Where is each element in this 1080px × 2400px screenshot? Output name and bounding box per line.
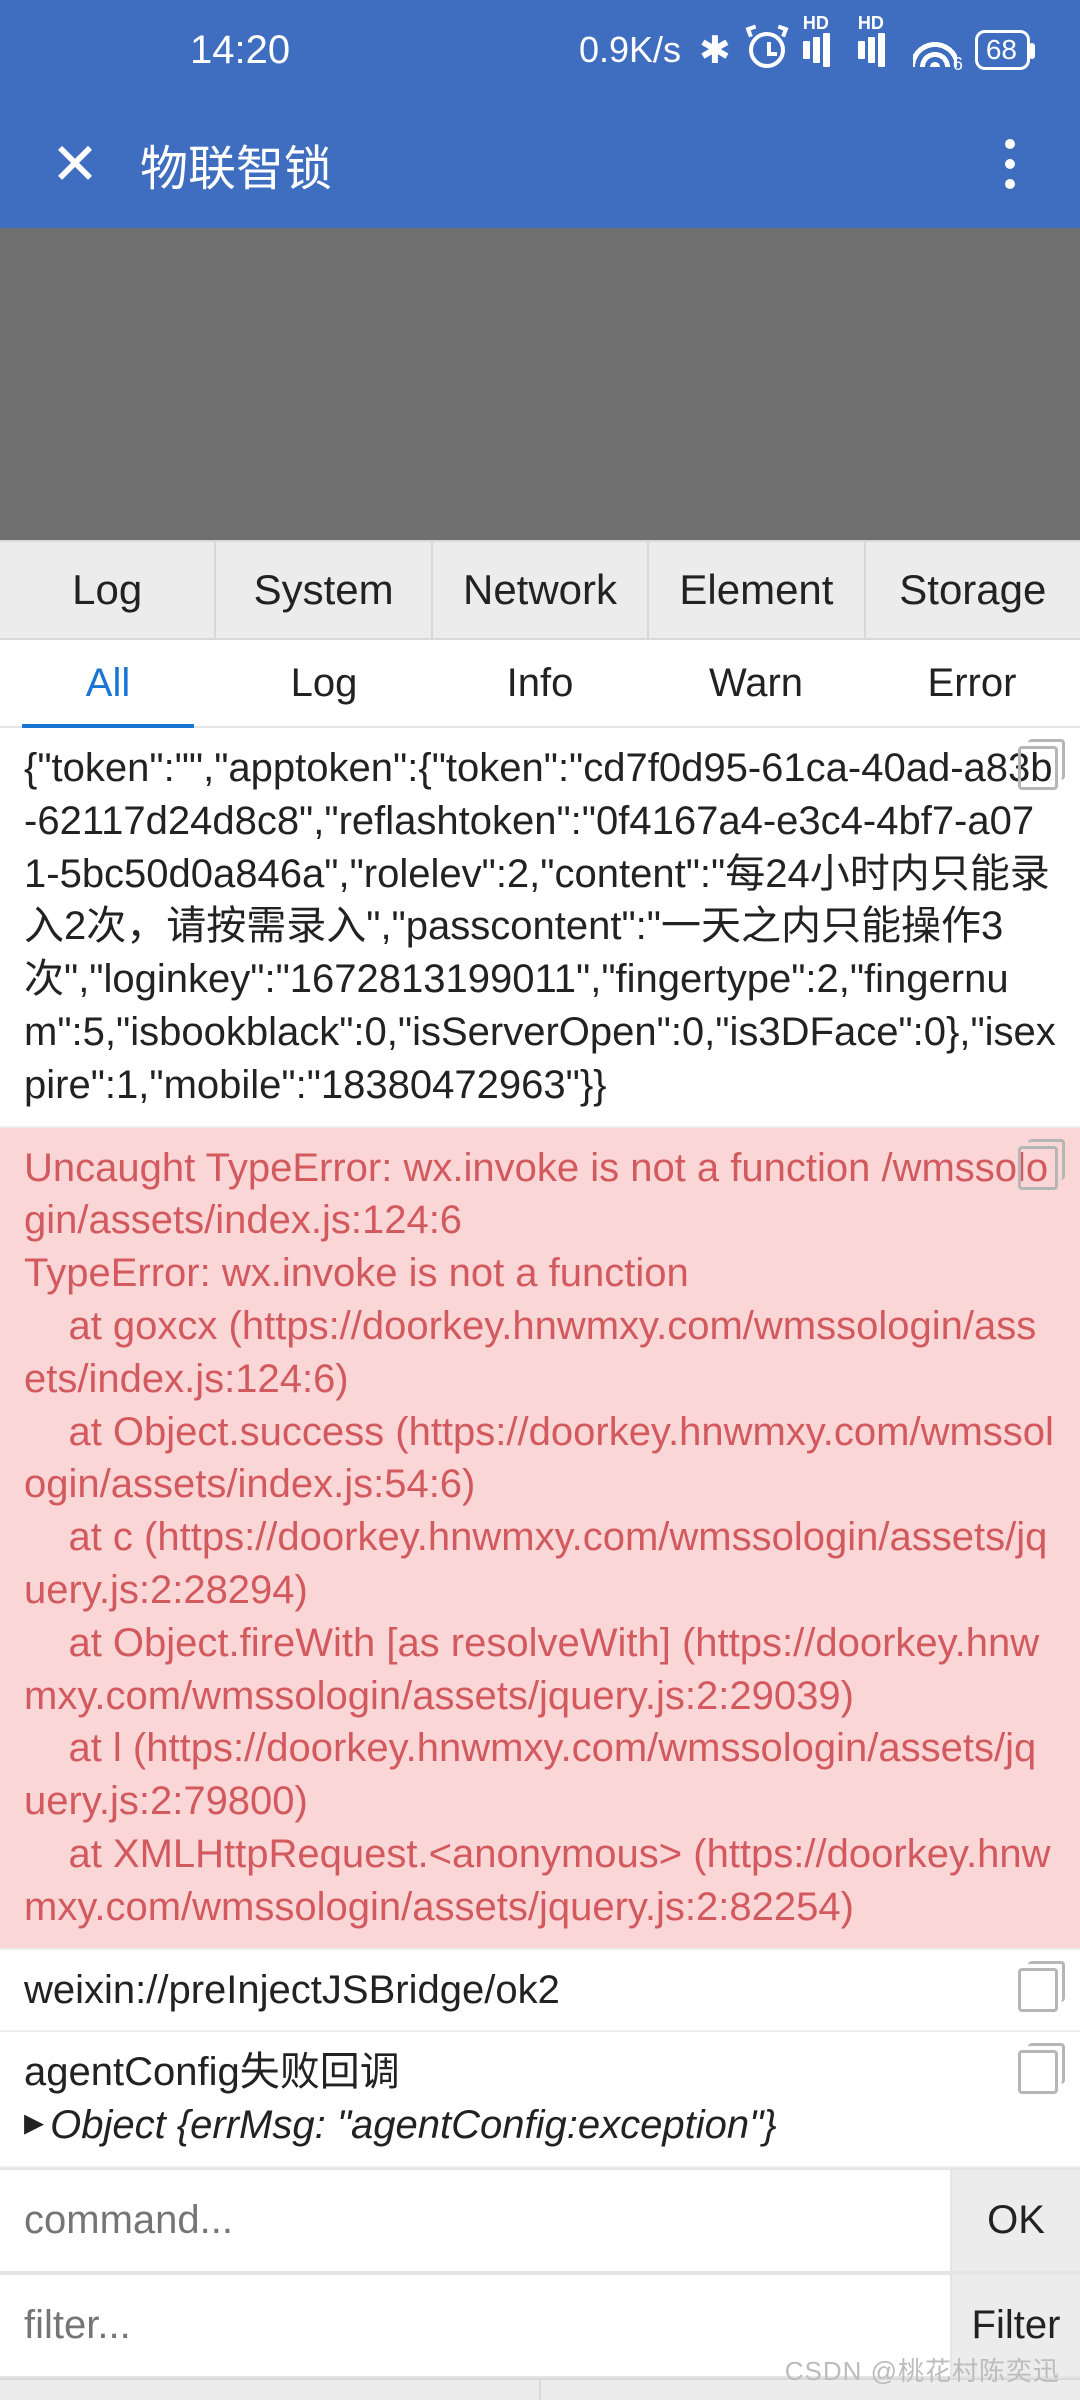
close-icon[interactable]: ✕ <box>30 130 120 198</box>
log-text: weixin://preInjectJSBridge/ok2 <box>24 1968 560 2012</box>
log-error-text: Uncaught TypeError: wx.invoke is not a f… <box>24 1146 1054 1929</box>
signal-1-icon: HD <box>803 33 840 67</box>
subtab-error[interactable]: Error <box>864 640 1080 726</box>
log-title: agentConfig失败回调 <box>24 2050 400 2094</box>
subtab-all[interactable]: All <box>0 640 216 726</box>
battery-icon: 68 <box>975 30 1030 70</box>
more-menu-icon[interactable] <box>970 139 1050 189</box>
app-bar: ✕ 物联智锁 <box>0 100 1080 228</box>
app-title: 物联智锁 <box>140 129 970 199</box>
status-right: 0.9K/s ✱ HD HD 6 68 <box>470 28 1030 73</box>
subtab-warn[interactable]: Warn <box>648 640 864 726</box>
log-entry-agentconfig[interactable]: agentConfig失败回调 ▸Object {errMsg: "agentC… <box>0 2032 1080 2168</box>
tab-network[interactable]: Network <box>433 542 649 638</box>
tab-system[interactable]: System <box>216 542 432 638</box>
command-ok-button[interactable]: OK <box>950 2170 1080 2271</box>
wifi-icon: 6 <box>913 33 957 67</box>
net-speed: 0.9K/s <box>579 29 681 71</box>
command-input[interactable] <box>0 2170 950 2271</box>
subtab-log[interactable]: Log <box>216 640 432 726</box>
expand-arrow-icon[interactable]: ▸ <box>24 2096 44 2149</box>
clear-button[interactable]: Clear <box>0 2380 541 2400</box>
log-entry-json[interactable]: {"token":"","apptoken":{"token":"cd7f0d9… <box>0 728 1080 1128</box>
alarm-icon <box>749 32 785 68</box>
copy-icon[interactable] <box>1018 1146 1058 1190</box>
tab-log[interactable]: Log <box>0 542 216 638</box>
log-level-tabs: All Log Info Warn Error <box>0 640 1080 728</box>
copy-icon[interactable] <box>1018 746 1058 790</box>
log-entry-weixin[interactable]: weixin://preInjectJSBridge/ok2 <box>0 1950 1080 2033</box>
tab-element[interactable]: Element <box>649 542 865 638</box>
signal-2-icon: HD <box>858 33 895 67</box>
webview-area <box>0 228 1080 540</box>
log-text: {"token":"","apptoken":{"token":"cd7f0d9… <box>24 746 1056 1107</box>
status-time: 14:20 <box>190 28 290 72</box>
command-row: OK <box>0 2168 1080 2273</box>
subtab-info[interactable]: Info <box>432 640 648 726</box>
status-bar: 14:20 0.9K/s ✱ HD HD 6 68 <box>0 0 1080 100</box>
log-object[interactable]: ▸Object {errMsg: "agentConfig:exception"… <box>24 2103 777 2147</box>
log-entry-error[interactable]: Uncaught TypeError: wx.invoke is not a f… <box>0 1128 1080 1950</box>
log-panel[interactable]: {"token":"","apptoken":{"token":"cd7f0d9… <box>0 728 1080 2168</box>
tab-storage[interactable]: Storage <box>866 542 1080 638</box>
watermark: CSDN @桃花村陈奕迅 <box>785 2351 1060 2388</box>
copy-icon[interactable] <box>1018 1968 1058 2012</box>
devtools-primary-tabs: Log System Network Element Storage <box>0 540 1080 640</box>
copy-icon[interactable] <box>1018 2050 1058 2094</box>
bluetooth-icon: ✱ <box>699 28 731 73</box>
